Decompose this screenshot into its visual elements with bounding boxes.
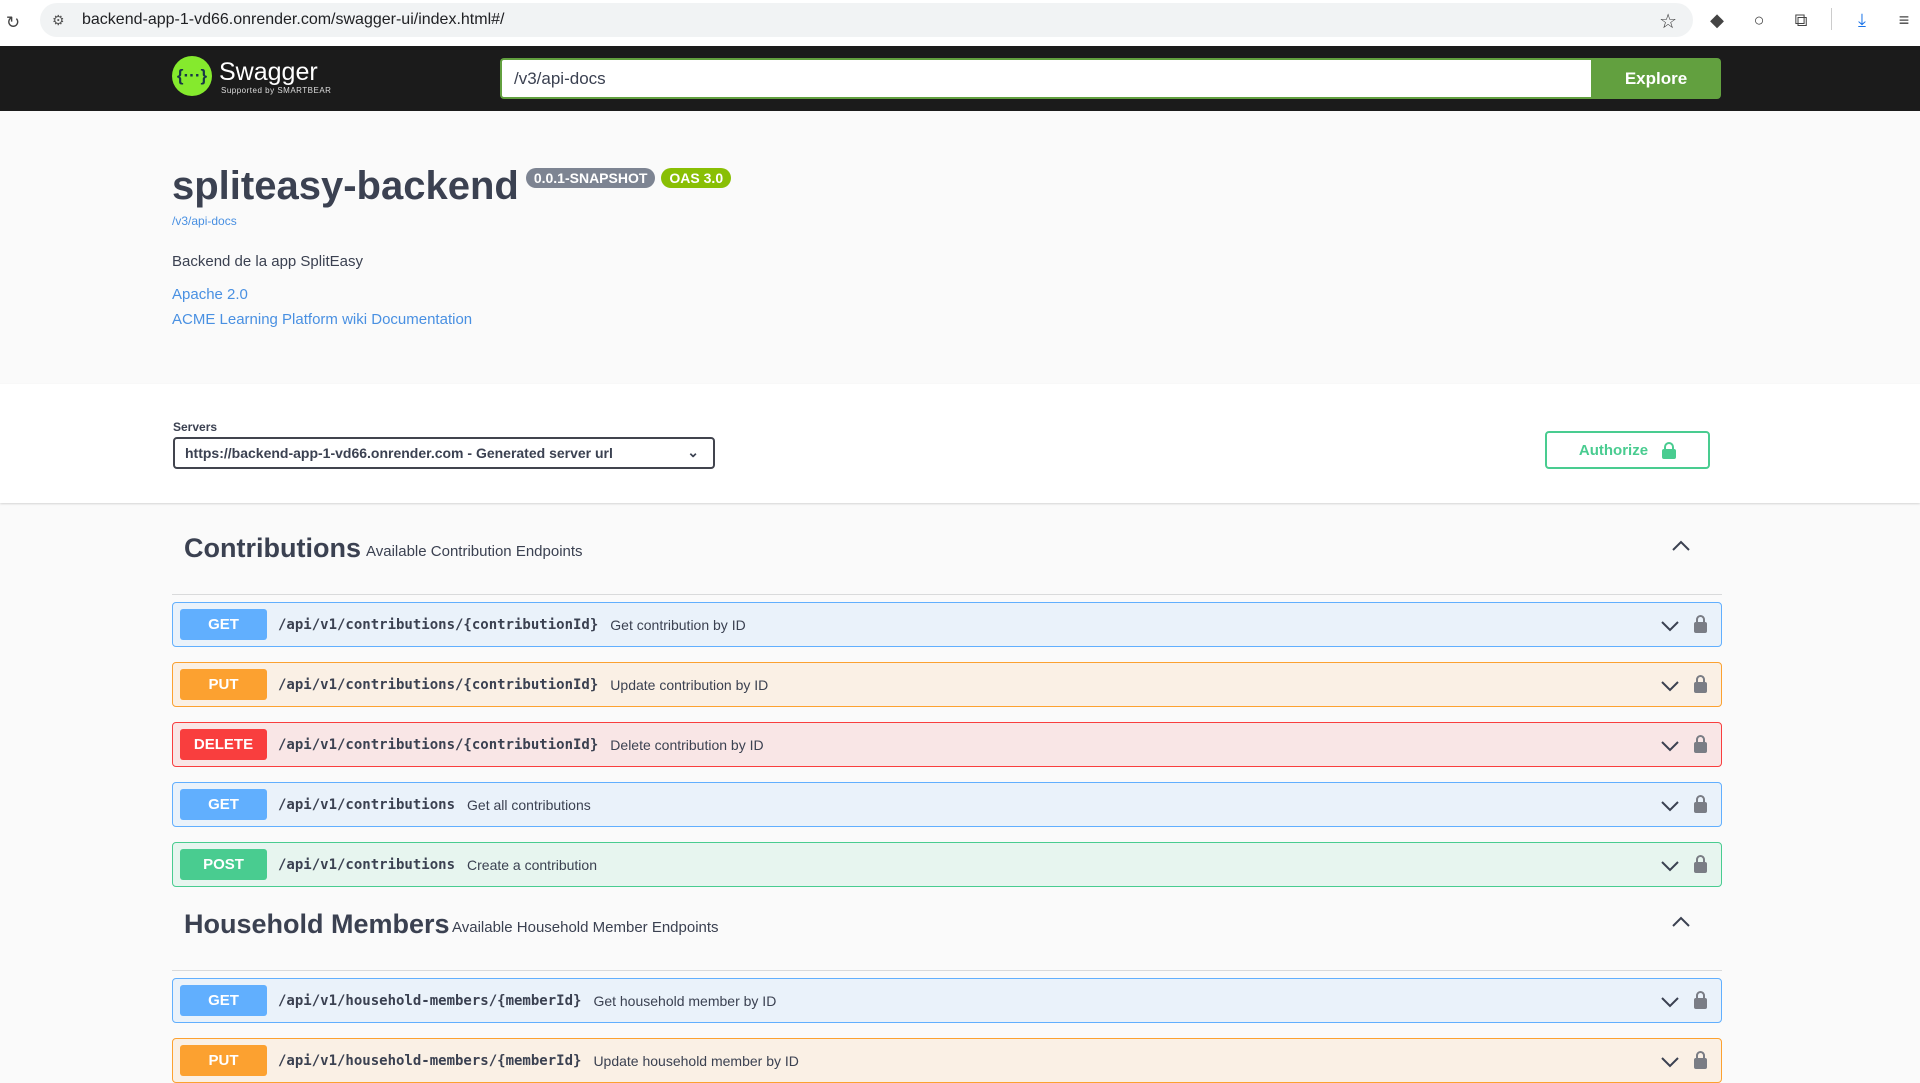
opblock-get[interactable]: GET /api/v1/contributions Get all contri… <box>172 782 1722 827</box>
op-path: /api/v1/contributions <box>278 856 456 873</box>
chevron-down-icon[interactable] <box>1660 1052 1680 1072</box>
address-url[interactable]: backend-app-1-vd66.onrender.com/swagger-… <box>82 11 504 29</box>
op-summary: Update contribution by ID <box>610 676 769 693</box>
logo-subtitle: Supported by SMARTBEAR <box>221 85 332 95</box>
address-bar[interactable]: ⚙ backend-app-1-vd66.onrender.com/swagge… <box>40 3 1693 37</box>
extensions-area: ◆ ○ ⧉ ⤓ ≡ <box>1705 8 1916 32</box>
chevron-up-icon[interactable] <box>1670 911 1692 933</box>
logo-title: Swagger <box>219 57 318 86</box>
method-badge: DELETE <box>180 729 267 760</box>
servers-selected-value: https://backend-app-1-vd66.onrender.com … <box>185 445 613 461</box>
section-title: Contributions <box>184 533 361 563</box>
opblock-put[interactable]: PUT /api/v1/contributions/{contributionI… <box>172 662 1722 707</box>
chevron-down-icon[interactable] <box>1660 676 1680 696</box>
method-badge: GET <box>180 985 267 1016</box>
op-path: /api/v1/contributions/{contributionId} <box>278 736 599 753</box>
swagger-logo-icon: {···} <box>172 56 212 96</box>
op-summary: Get all contributions <box>467 796 591 813</box>
lock-icon[interactable] <box>1694 855 1707 873</box>
docs-link[interactable]: ACME Learning Platform wiki Documentatio… <box>172 311 472 328</box>
bookmark-star-icon[interactable]: ☆ <box>1659 9 1677 34</box>
op-summary: Get contribution by ID <box>610 616 746 633</box>
chevron-down-icon[interactable] <box>1660 992 1680 1012</box>
op-summary: Delete contribution by ID <box>610 736 764 753</box>
oas-badge: OAS 3.0 <box>661 168 732 188</box>
chevron-down-icon[interactable] <box>1660 856 1680 876</box>
op-path: /api/v1/household-members/{memberId} <box>278 1052 582 1069</box>
op-path: /api/v1/contributions <box>278 796 456 813</box>
page-title: spliteasy-backend <box>172 164 519 208</box>
puzzle-icon[interactable]: ⧉ <box>1789 8 1813 32</box>
version-badge: 0.0.1-SNAPSHOT <box>525 168 656 188</box>
swagger-topbar: {···} Swagger Supported by SMARTBEAR Exp… <box>0 46 1920 111</box>
explore-button[interactable]: Explore <box>1591 58 1721 99</box>
lock-icon <box>1662 442 1677 459</box>
authorize-label: Authorize <box>1578 441 1649 459</box>
reading-list-icon[interactable]: ≡ <box>1892 8 1916 32</box>
chevron-up-icon[interactable] <box>1670 535 1692 557</box>
lock-icon[interactable] <box>1694 675 1707 693</box>
method-badge: POST <box>180 849 267 880</box>
op-summary: Create a contribution <box>467 856 597 873</box>
section-household-members: Household Members Available Household Me… <box>172 879 1722 1083</box>
section-description: Available Household Member Endpoints <box>452 919 719 936</box>
method-badge: PUT <box>180 1045 267 1076</box>
scheme-container: Servers https://backend-app-1-vd66.onren… <box>0 384 1920 503</box>
lock-icon[interactable] <box>1694 735 1707 753</box>
site-info-icon[interactable]: ⚙ <box>52 12 76 29</box>
title-row: spliteasy-backend 0.0.1-SNAPSHOT OAS 3.0 <box>172 164 732 209</box>
swagger-logo-text: Swagger Supported by SMARTBEAR <box>219 58 331 95</box>
extension-icon[interactable]: ◆ <box>1705 8 1729 32</box>
method-badge: GET <box>180 789 267 820</box>
api-description: Backend de la app SplitEasy <box>172 253 363 270</box>
op-path: /api/v1/contributions/{contributionId} <box>278 676 599 693</box>
lock-icon[interactable] <box>1694 615 1707 633</box>
download-icon[interactable]: ⤓ <box>1850 8 1874 32</box>
method-badge: PUT <box>180 669 267 700</box>
servers-select[interactable]: https://backend-app-1-vd66.onrender.com … <box>173 437 715 469</box>
license-link[interactable]: Apache 2.0 <box>172 286 248 303</box>
op-summary: Update household member by ID <box>593 1052 799 1069</box>
op-summary: Get household member by ID <box>593 992 777 1009</box>
reload-icon[interactable]: ↻ <box>2 13 24 33</box>
opblock-get[interactable]: GET /api/v1/household-members/{memberId}… <box>172 978 1722 1023</box>
servers-label: Servers <box>173 420 218 434</box>
explore-form: Explore <box>500 58 1721 99</box>
chevron-down-icon[interactable] <box>1660 616 1680 636</box>
section-header[interactable]: Household Members Available Household Me… <box>172 879 1722 971</box>
spec-url-input[interactable] <box>500 58 1591 99</box>
chat-icon[interactable]: ○ <box>1747 8 1771 32</box>
chevron-down-icon[interactable] <box>1660 796 1680 816</box>
opblock-get[interactable]: GET /api/v1/contributions/{contributionI… <box>172 602 1722 647</box>
opblock-put[interactable]: PUT /api/v1/household-members/{memberId}… <box>172 1038 1722 1083</box>
chevron-down-icon[interactable] <box>1660 736 1680 756</box>
method-badge: GET <box>180 609 267 640</box>
section-header[interactable]: Contributions Available Contribution End… <box>172 503 1722 595</box>
toolbar-divider <box>1831 8 1832 30</box>
section-description: Available Contribution Endpoints <box>366 543 583 560</box>
browser-toolbar: ↻ ⚙ backend-app-1-vd66.onrender.com/swag… <box>0 0 1920 46</box>
api-info: spliteasy-backend 0.0.1-SNAPSHOT OAS 3.0… <box>0 111 1920 384</box>
section-title: Household Members <box>184 909 450 939</box>
api-docs-link[interactable]: /v3/api-docs <box>172 214 237 228</box>
lock-icon[interactable] <box>1694 991 1707 1009</box>
chevron-down-icon: ⌄ <box>687 444 699 460</box>
section-contributions: Contributions Available Contribution End… <box>172 503 1722 887</box>
swagger-logo[interactable]: {···} Swagger Supported by SMARTBEAR <box>172 56 331 96</box>
op-path: /api/v1/household-members/{memberId} <box>278 992 582 1009</box>
authorize-button[interactable]: Authorize <box>1545 431 1710 469</box>
lock-icon[interactable] <box>1694 795 1707 813</box>
lock-icon[interactable] <box>1694 1051 1707 1069</box>
opblock-delete[interactable]: DELETE /api/v1/contributions/{contributi… <box>172 722 1722 767</box>
op-path: /api/v1/contributions/{contributionId} <box>278 616 599 633</box>
